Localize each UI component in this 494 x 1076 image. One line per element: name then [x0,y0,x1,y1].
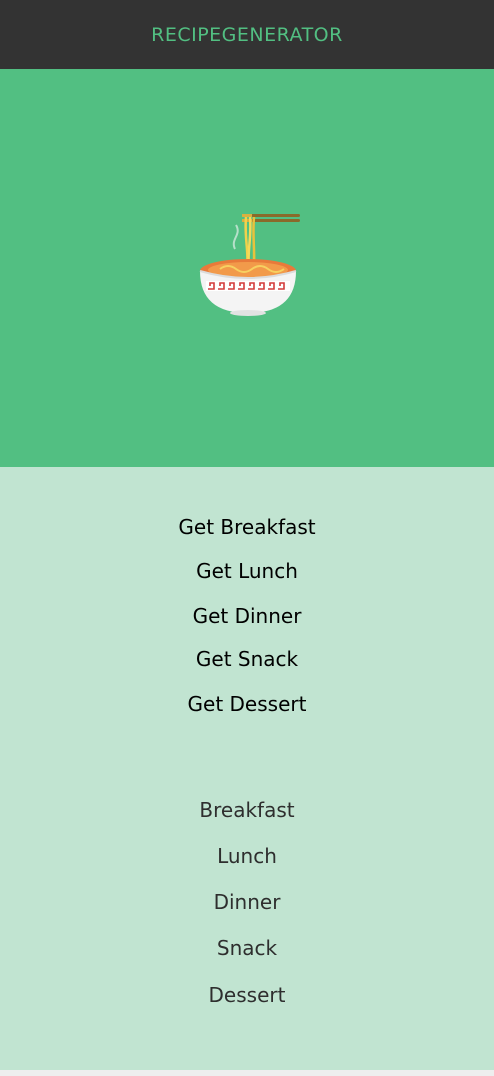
category-dinner[interactable]: Dinner [0,890,494,914]
content-area: Get Breakfast Get Lunch Get Dinner Get S… [0,467,494,1070]
get-dinner-button[interactable]: Get Dinner [0,604,494,628]
page-bottom-edge [0,1070,494,1076]
get-breakfast-button[interactable]: Get Breakfast [0,515,494,539]
get-dessert-button[interactable]: Get Dessert [0,692,494,716]
hero-banner [0,69,494,467]
category-breakfast[interactable]: Breakfast [0,798,494,822]
top-navbar: RECIPEGENERATOR [0,0,494,69]
brand-title[interactable]: RECIPEGENERATOR [151,24,343,46]
category-lunch[interactable]: Lunch [0,844,494,868]
get-lunch-button[interactable]: Get Lunch [0,559,494,583]
get-snack-button[interactable]: Get Snack [0,647,494,671]
category-dessert[interactable]: Dessert [0,983,494,1007]
category-snack[interactable]: Snack [0,936,494,960]
noodle-bowl-icon [199,214,300,316]
